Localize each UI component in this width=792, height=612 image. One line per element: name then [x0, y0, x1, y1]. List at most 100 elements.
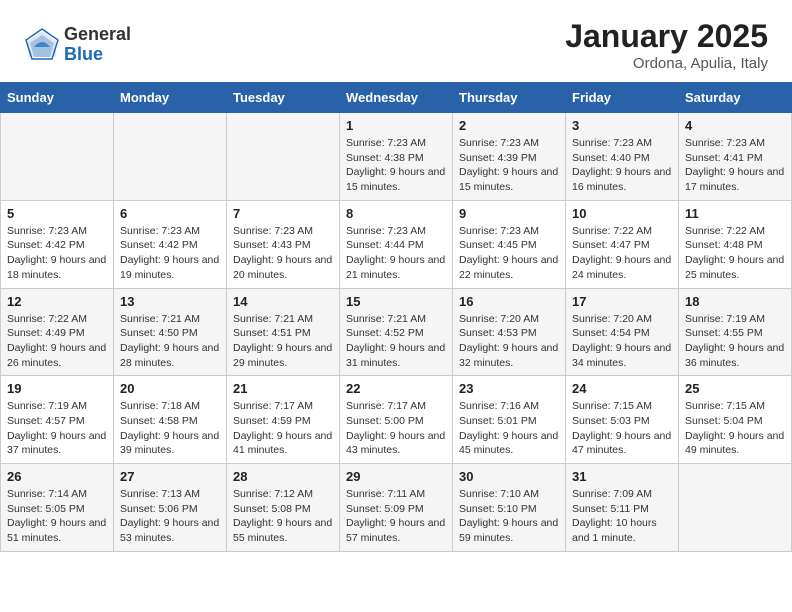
calendar-cell: [227, 113, 340, 201]
day-number: 17: [572, 294, 672, 309]
day-number: 6: [120, 206, 220, 221]
day-info: Sunrise: 7:23 AM Sunset: 4:43 PM Dayligh…: [233, 224, 333, 283]
day-info: Sunrise: 7:19 AM Sunset: 4:57 PM Dayligh…: [7, 399, 107, 458]
day-number: 2: [459, 118, 559, 133]
day-info: Sunrise: 7:21 AM Sunset: 4:52 PM Dayligh…: [346, 312, 446, 371]
calendar-cell: 1 Sunrise: 7:23 AM Sunset: 4:38 PM Daylig…: [340, 113, 453, 201]
day-info: Sunrise: 7:15 AM Sunset: 5:03 PM Dayligh…: [572, 399, 672, 458]
day-info: Sunrise: 7:23 AM Sunset: 4:45 PM Dayligh…: [459, 224, 559, 283]
day-number: 12: [7, 294, 107, 309]
weekday-row: SundayMondayTuesdayWednesdayThursdayFrid…: [1, 83, 792, 113]
day-info: Sunrise: 7:17 AM Sunset: 5:00 PM Dayligh…: [346, 399, 446, 458]
day-number: 24: [572, 381, 672, 396]
day-number: 30: [459, 469, 559, 484]
day-number: 8: [346, 206, 446, 221]
calendar-cell: 2 Sunrise: 7:23 AM Sunset: 4:39 PM Daylig…: [453, 113, 566, 201]
calendar-cell: 16 Sunrise: 7:20 AM Sunset: 4:53 PM Dayli…: [453, 288, 566, 376]
day-number: 26: [7, 469, 107, 484]
calendar-cell: 22Sunrise: 7:17 AM Sunset: 5:00 PM Dayli…: [340, 376, 453, 464]
calendar-cell: 15 Sunrise: 7:21 AM Sunset: 4:52 PM Dayli…: [340, 288, 453, 376]
calendar-cell: 21Sunrise: 7:17 AM Sunset: 4:59 PM Dayli…: [227, 376, 340, 464]
logo-blue: Blue: [64, 45, 131, 65]
day-number: 25: [685, 381, 785, 396]
calendar-cell: 27Sunrise: 7:13 AM Sunset: 5:06 PM Dayli…: [114, 464, 227, 552]
day-info: Sunrise: 7:14 AM Sunset: 5:05 PM Dayligh…: [7, 487, 107, 546]
logo-icon: [24, 27, 60, 63]
calendar-cell: 17 Sunrise: 7:20 AM Sunset: 4:54 PM Dayli…: [566, 288, 679, 376]
day-info: Sunrise: 7:13 AM Sunset: 5:06 PM Dayligh…: [120, 487, 220, 546]
day-number: 4: [685, 118, 785, 133]
day-info: Sunrise: 7:20 AM Sunset: 4:53 PM Dayligh…: [459, 312, 559, 371]
week-row-2: 12 Sunrise: 7:22 AM Sunset: 4:49 PM Dayli…: [1, 288, 792, 376]
calendar-cell: [114, 113, 227, 201]
day-number: 31: [572, 469, 672, 484]
calendar-cell: 9Sunrise: 7:23 AM Sunset: 4:45 PM Daylig…: [453, 200, 566, 288]
calendar-cell: 6Sunrise: 7:23 AM Sunset: 4:42 PM Daylig…: [114, 200, 227, 288]
day-info: Sunrise: 7:12 AM Sunset: 5:08 PM Dayligh…: [233, 487, 333, 546]
weekday-header-monday: Monday: [114, 83, 227, 113]
calendar-cell: 28 Sunrise: 7:12 AM Sunset: 5:08 PM Dayli…: [227, 464, 340, 552]
day-number: 11: [685, 206, 785, 221]
day-info: Sunrise: 7:20 AM Sunset: 4:54 PM Dayligh…: [572, 312, 672, 371]
title-block: January 2025 Ordona, Apulia, Italy: [565, 18, 768, 72]
day-number: 19: [7, 381, 107, 396]
day-number: 5: [7, 206, 107, 221]
calendar-cell: 14 Sunrise: 7:21 AM Sunset: 4:51 PM Dayli…: [227, 288, 340, 376]
calendar-cell: 23Sunrise: 7:16 AM Sunset: 5:01 PM Dayli…: [453, 376, 566, 464]
week-row-3: 19 Sunrise: 7:19 AM Sunset: 4:57 PM Dayli…: [1, 376, 792, 464]
day-info: Sunrise: 7:22 AM Sunset: 4:48 PM Dayligh…: [685, 224, 785, 283]
day-number: 18: [685, 294, 785, 309]
day-number: 29: [346, 469, 446, 484]
main-title: January 2025: [565, 18, 768, 55]
day-info: Sunrise: 7:23 AM Sunset: 4:41 PM Dayligh…: [685, 136, 785, 195]
day-info: Sunrise: 7:17 AM Sunset: 4:59 PM Dayligh…: [233, 399, 333, 458]
day-info: Sunrise: 7:21 AM Sunset: 4:51 PM Dayligh…: [233, 312, 333, 371]
day-number: 28: [233, 469, 333, 484]
weekday-header-thursday: Thursday: [453, 83, 566, 113]
day-info: Sunrise: 7:18 AM Sunset: 4:58 PM Dayligh…: [120, 399, 220, 458]
calendar-body: 1 Sunrise: 7:23 AM Sunset: 4:38 PM Daylig…: [1, 113, 792, 552]
day-number: 20: [120, 381, 220, 396]
day-info: Sunrise: 7:22 AM Sunset: 4:47 PM Dayligh…: [572, 224, 672, 283]
calendar-cell: [679, 464, 792, 552]
day-number: 15: [346, 294, 446, 309]
calendar-cell: 10Sunrise: 7:22 AM Sunset: 4:47 PM Dayli…: [566, 200, 679, 288]
weekday-header-wednesday: Wednesday: [340, 83, 453, 113]
calendar-cell: 24 Sunrise: 7:15 AM Sunset: 5:03 PM Dayli…: [566, 376, 679, 464]
weekday-header-saturday: Saturday: [679, 83, 792, 113]
week-row-0: 1 Sunrise: 7:23 AM Sunset: 4:38 PM Daylig…: [1, 113, 792, 201]
day-info: Sunrise: 7:11 AM Sunset: 5:09 PM Dayligh…: [346, 487, 446, 546]
week-row-1: 5Sunrise: 7:23 AM Sunset: 4:42 PM Daylig…: [1, 200, 792, 288]
subtitle: Ordona, Apulia, Italy: [565, 55, 768, 72]
day-info: Sunrise: 7:22 AM Sunset: 4:49 PM Dayligh…: [7, 312, 107, 371]
day-info: Sunrise: 7:23 AM Sunset: 4:39 PM Dayligh…: [459, 136, 559, 195]
day-number: 1: [346, 118, 446, 133]
calendar-cell: 29 Sunrise: 7:11 AM Sunset: 5:09 PM Dayli…: [340, 464, 453, 552]
day-info: Sunrise: 7:19 AM Sunset: 4:55 PM Dayligh…: [685, 312, 785, 371]
calendar-header: SundayMondayTuesdayWednesdayThursdayFrid…: [1, 83, 792, 113]
calendar-cell: 25Sunrise: 7:15 AM Sunset: 5:04 PM Dayli…: [679, 376, 792, 464]
calendar-cell: 30 Sunrise: 7:10 AM Sunset: 5:10 PM Dayli…: [453, 464, 566, 552]
logo-general: General: [64, 25, 131, 45]
day-info: Sunrise: 7:10 AM Sunset: 5:10 PM Dayligh…: [459, 487, 559, 546]
calendar-cell: 5Sunrise: 7:23 AM Sunset: 4:42 PM Daylig…: [1, 200, 114, 288]
logo: General Blue: [24, 25, 131, 65]
calendar-cell: 20 Sunrise: 7:18 AM Sunset: 4:58 PM Dayli…: [114, 376, 227, 464]
calendar-cell: 4 Sunrise: 7:23 AM Sunset: 4:41 PM Daylig…: [679, 113, 792, 201]
calendar-cell: 31 Sunrise: 7:09 AM Sunset: 5:11 PM Dayli…: [566, 464, 679, 552]
weekday-header-sunday: Sunday: [1, 83, 114, 113]
day-info: Sunrise: 7:23 AM Sunset: 4:40 PM Dayligh…: [572, 136, 672, 195]
calendar-cell: 19 Sunrise: 7:19 AM Sunset: 4:57 PM Dayli…: [1, 376, 114, 464]
calendar-cell: [1, 113, 114, 201]
day-number: 7: [233, 206, 333, 221]
calendar-cell: 8Sunrise: 7:23 AM Sunset: 4:44 PM Daylig…: [340, 200, 453, 288]
day-info: Sunrise: 7:23 AM Sunset: 4:38 PM Dayligh…: [346, 136, 446, 195]
day-number: 14: [233, 294, 333, 309]
calendar-cell: 7 Sunrise: 7:23 AM Sunset: 4:43 PM Daylig…: [227, 200, 340, 288]
calendar-cell: 26 Sunrise: 7:14 AM Sunset: 5:05 PM Dayli…: [1, 464, 114, 552]
calendar-table: SundayMondayTuesdayWednesdayThursdayFrid…: [0, 82, 792, 552]
weekday-header-friday: Friday: [566, 83, 679, 113]
calendar-cell: 12 Sunrise: 7:22 AM Sunset: 4:49 PM Dayli…: [1, 288, 114, 376]
day-info: Sunrise: 7:09 AM Sunset: 5:11 PM Dayligh…: [572, 487, 672, 546]
day-number: 16: [459, 294, 559, 309]
